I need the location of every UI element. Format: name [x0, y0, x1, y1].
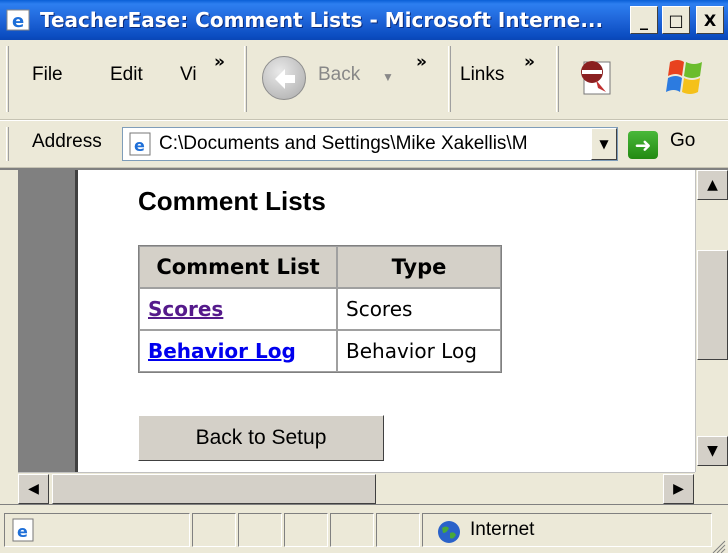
links-label[interactable]: Links: [460, 64, 504, 86]
back-button-label[interactable]: Back: [318, 64, 360, 86]
toolbar-grip[interactable]: [6, 46, 9, 112]
comment-list-link-behavior-log[interactable]: Behavior Log: [148, 339, 296, 363]
menu-toolbar: File Edit Vi » Back ▼ » Links »: [0, 40, 728, 120]
ie-icon: e: [6, 7, 32, 33]
table-header-row: Comment List Type: [139, 246, 501, 288]
go-arrow-icon[interactable]: ➜: [628, 131, 658, 159]
go-button[interactable]: Go: [670, 130, 695, 152]
horizontal-scroll-thumb[interactable]: [52, 474, 376, 504]
pdf-icon[interactable]: [576, 58, 616, 103]
back-arrow-icon[interactable]: [262, 56, 306, 100]
vertical-scrollbar[interactable]: ▲ ▼: [695, 170, 728, 472]
column-header-comment-list: Comment List: [139, 246, 337, 288]
security-zone-pane: [422, 513, 712, 547]
scroll-down-arrow-icon[interactable]: ▼: [697, 436, 728, 466]
menu-edit[interactable]: Edit: [110, 64, 143, 86]
horizontal-scrollbar[interactable]: ◀ ▶: [18, 472, 695, 504]
toolbar-overflow-chevron-icon[interactable]: »: [416, 52, 427, 72]
page-icon: e: [127, 131, 153, 157]
address-dropdown-icon[interactable]: ▼: [591, 128, 617, 160]
security-zone-label: Internet: [470, 519, 535, 540]
status-pane: [284, 513, 328, 547]
toolbar-grip[interactable]: [556, 46, 559, 112]
page-title: Comment Lists: [138, 186, 326, 216]
toolbar-grip[interactable]: [448, 46, 451, 112]
window-title: TeacherEase: Comment Lists - Microsoft I…: [40, 8, 604, 32]
address-input[interactable]: C:\Documents and Settings\Mike Xakellis\…: [159, 133, 577, 155]
menu-file[interactable]: File: [32, 64, 63, 86]
side-panel: [18, 170, 78, 472]
comment-lists-table: Comment List Type Scores Scores Behavior…: [138, 245, 502, 373]
back-dropdown-icon[interactable]: ▼: [382, 70, 394, 84]
globe-icon: [436, 519, 462, 550]
title-bar: e TeacherEase: Comment Lists - Microsoft…: [0, 0, 728, 40]
status-pane: [330, 513, 374, 547]
close-button[interactable]: X: [696, 6, 724, 34]
scrollbar-corner: [695, 472, 728, 504]
table-row: Behavior Log Behavior Log: [139, 330, 501, 372]
status-pane: [376, 513, 420, 547]
comment-list-link-scores[interactable]: Scores: [148, 297, 223, 321]
scroll-right-arrow-icon[interactable]: ▶: [663, 474, 694, 504]
menu-view[interactable]: Vi: [180, 64, 197, 86]
status-pane: [238, 513, 282, 547]
toolbar-grip[interactable]: [244, 46, 247, 112]
back-to-setup-button[interactable]: Back to Setup: [138, 415, 384, 461]
left-frame-border: [0, 170, 18, 504]
minimize-button[interactable]: _: [630, 6, 658, 34]
status-text-pane: [4, 513, 190, 547]
maximize-button[interactable]: □: [662, 6, 690, 34]
toolbar-grip[interactable]: [6, 127, 9, 161]
links-overflow-chevron-icon[interactable]: »: [524, 52, 535, 72]
table-cell-type: Behavior Log: [337, 330, 501, 372]
resize-grip-icon[interactable]: [712, 537, 726, 553]
status-pane: [192, 513, 236, 547]
table-cell: Behavior Log: [139, 330, 337, 372]
column-header-type: Type: [337, 246, 501, 288]
browser-viewport: Comment Lists Comment List Type Scores S…: [0, 168, 728, 504]
table-cell: Scores: [139, 288, 337, 330]
svg-text:e: e: [134, 136, 145, 155]
address-label: Address: [32, 131, 102, 152]
table-cell-type: Scores: [337, 288, 501, 330]
status-bar: e Internet: [0, 504, 728, 553]
scroll-left-arrow-icon[interactable]: ◀: [18, 474, 49, 504]
table-row: Scores Scores: [139, 288, 501, 330]
page-content: Comment Lists Comment List Type Scores S…: [81, 170, 695, 472]
menu-overflow-chevron-icon[interactable]: »: [214, 52, 225, 72]
address-bar[interactable]: e C:\Documents and Settings\Mike Xakelli…: [122, 127, 618, 161]
scroll-up-arrow-icon[interactable]: ▲: [697, 170, 728, 200]
windows-logo-icon: [664, 54, 708, 105]
vertical-scroll-thumb[interactable]: [697, 250, 728, 360]
svg-text:e: e: [12, 11, 24, 32]
